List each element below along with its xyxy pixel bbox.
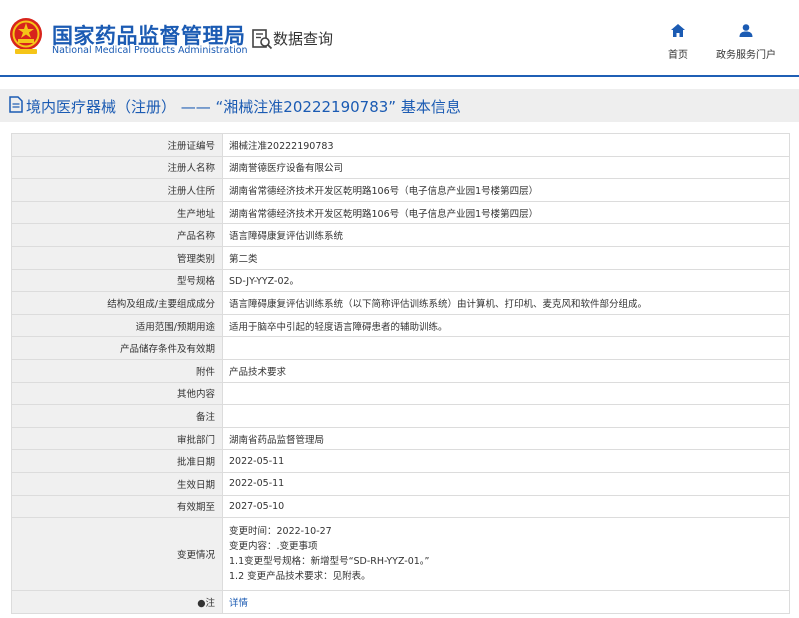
- table-row: 注册人名称 湖南誉德医疗设备有限公司: [11, 155, 790, 180]
- table-row: 备注: [11, 404, 790, 428]
- row-label: 审批部门: [11, 426, 223, 451]
- page-title: 境内医疗器械（注册） —— “湘械注准20222190783” 基本信息: [26, 98, 461, 116]
- row-value: 湖南省常德经济技术开发区乾明路106号（电子信息产业园1号楼第四层）: [222, 178, 790, 202]
- table-row: 批准日期 2022-05-11: [11, 449, 790, 473]
- row-value: 湖南誉德医疗设备有限公司: [222, 155, 790, 180]
- change-details: 变更时间：2022-10-27 变更内容：.变更事项 1.1变更型号规格：新增型…: [222, 517, 790, 592]
- row-value: 湖南省常德经济技术开发区乾明路106号（电子信息产业园1号楼第四层）: [222, 200, 790, 225]
- row-value: 2022-05-11: [222, 449, 790, 473]
- nav-service-portal-label: 政务服务门户: [716, 50, 776, 61]
- row-value: 湖南省药品监督管理局: [222, 426, 790, 451]
- row-label: 附件: [11, 358, 223, 383]
- row-label: 批准日期: [11, 449, 223, 473]
- change-row: 变更情况 变更时间：2022-10-27 变更内容：.变更事项 1.1变更型号规…: [11, 517, 790, 592]
- device-info-table: 注册证编号 湘械注准20222190783 注册人名称 湖南誉德医疗设备有限公司 注…: [11, 133, 790, 614]
- row-value: [222, 381, 790, 406]
- row-label: 注册证编号: [11, 133, 223, 157]
- table-row: 型号规格 SD-JY-YYZ-02。: [11, 268, 790, 293]
- note-label-text: 注: [205, 597, 215, 609]
- header-divider: [0, 75, 799, 77]
- row-value: [222, 336, 790, 360]
- nav-home-label: 首页: [668, 50, 688, 61]
- row-label: 型号规格: [11, 268, 223, 293]
- change-line: 1.1变更型号规格：新增型号“SD-RH-YYZ-01。”: [229, 556, 430, 568]
- row-value: 适用于脑卒中引起的轻度语言障碍患者的辅助训练。: [222, 313, 790, 338]
- table-row: 产品名称 语言障碍康复评估训练系统: [11, 223, 790, 247]
- table-row: 结构及组成/主要组成成分 语言障碍康复评估训练系统（以下简称评估训练系统）由计算机…: [11, 291, 790, 315]
- row-label: 管理类别: [11, 245, 223, 270]
- note-label: ●注: [11, 590, 223, 614]
- change-line: 变更时间：2022-10-27: [229, 526, 332, 538]
- row-label: 注册人名称: [11, 155, 223, 180]
- national-emblem-icon: [10, 18, 42, 54]
- row-label: 注册人住所: [11, 178, 223, 202]
- row-value: 2022-05-11: [222, 471, 790, 496]
- table-row: 生产地址 湖南省常德经济技术开发区乾明路106号（电子信息产业园1号楼第四层）: [11, 200, 790, 225]
- data-query-link[interactable]: 数据查询: [273, 28, 333, 49]
- row-value: 第二类: [222, 245, 790, 270]
- row-label: 备注: [11, 404, 223, 428]
- table-row: 注册人住所 湖南省常德经济技术开发区乾明路106号（电子信息产业园1号楼第四层）: [11, 178, 790, 202]
- change-line: 1.2 变更产品技术要求：见附表。: [229, 571, 371, 583]
- row-value: 语言障碍康复评估训练系统: [222, 223, 790, 247]
- row-value: [222, 404, 790, 428]
- table-row: 注册证编号 湘械注准20222190783: [11, 133, 790, 157]
- row-value: 产品技术要求: [222, 358, 790, 383]
- nav-service-portal[interactable]: 政务服务门户: [711, 24, 781, 61]
- table-row: 其他内容: [11, 381, 790, 406]
- table-row: 生效日期 2022-05-11: [11, 471, 790, 496]
- row-value: 语言障碍康复评估训练系统（以下简称评估训练系统）由计算机、打印机、麦克风和软件部…: [222, 291, 790, 315]
- site-header: 国家药品监督管理局 National Medical Products Admi…: [0, 0, 799, 76]
- row-label: 有效期至: [11, 494, 223, 519]
- table-row: 审批部门 湖南省药品监督管理局: [11, 426, 790, 451]
- note-value: 详情: [222, 590, 790, 614]
- change-label: 变更情况: [11, 517, 223, 592]
- site-subtitle: National Medical Products Administration: [52, 45, 248, 56]
- row-value: SD-JY-YYZ-02。: [222, 268, 790, 293]
- row-label: 产品名称: [11, 223, 223, 247]
- row-label: 产品储存条件及有效期: [11, 336, 223, 360]
- table-row: 管理类别 第二类: [11, 245, 790, 270]
- table-row: 产品储存条件及有效期: [11, 336, 790, 360]
- row-label: 生产地址: [11, 200, 223, 225]
- row-label: 其他内容: [11, 381, 223, 406]
- change-line: 变更内容：.变更事项: [229, 541, 318, 553]
- nav-home[interactable]: 首页: [643, 24, 713, 61]
- table-row: 附件 产品技术要求: [11, 358, 790, 383]
- search-document-icon: [252, 29, 273, 50]
- row-label: 适用范围/预期用途: [11, 313, 223, 338]
- row-label: 生效日期: [11, 471, 223, 496]
- note-row: ●注 详情: [11, 590, 790, 614]
- row-label: 结构及组成/主要组成成分: [11, 291, 223, 315]
- table-row: 适用范围/预期用途 适用于脑卒中引起的轻度语言障碍患者的辅助训练。: [11, 313, 790, 338]
- user-icon: [739, 24, 753, 37]
- page-title-bar: 境内医疗器械（注册） —— “湘械注准20222190783” 基本信息: [0, 89, 799, 122]
- home-icon: [671, 24, 685, 37]
- row-value: 湘械注准20222190783: [222, 133, 790, 157]
- document-icon: [9, 96, 23, 113]
- detail-link[interactable]: 详情: [229, 598, 248, 609]
- table-row: 有效期至 2027-05-10: [11, 494, 790, 519]
- row-value: 2027-05-10: [222, 494, 790, 519]
